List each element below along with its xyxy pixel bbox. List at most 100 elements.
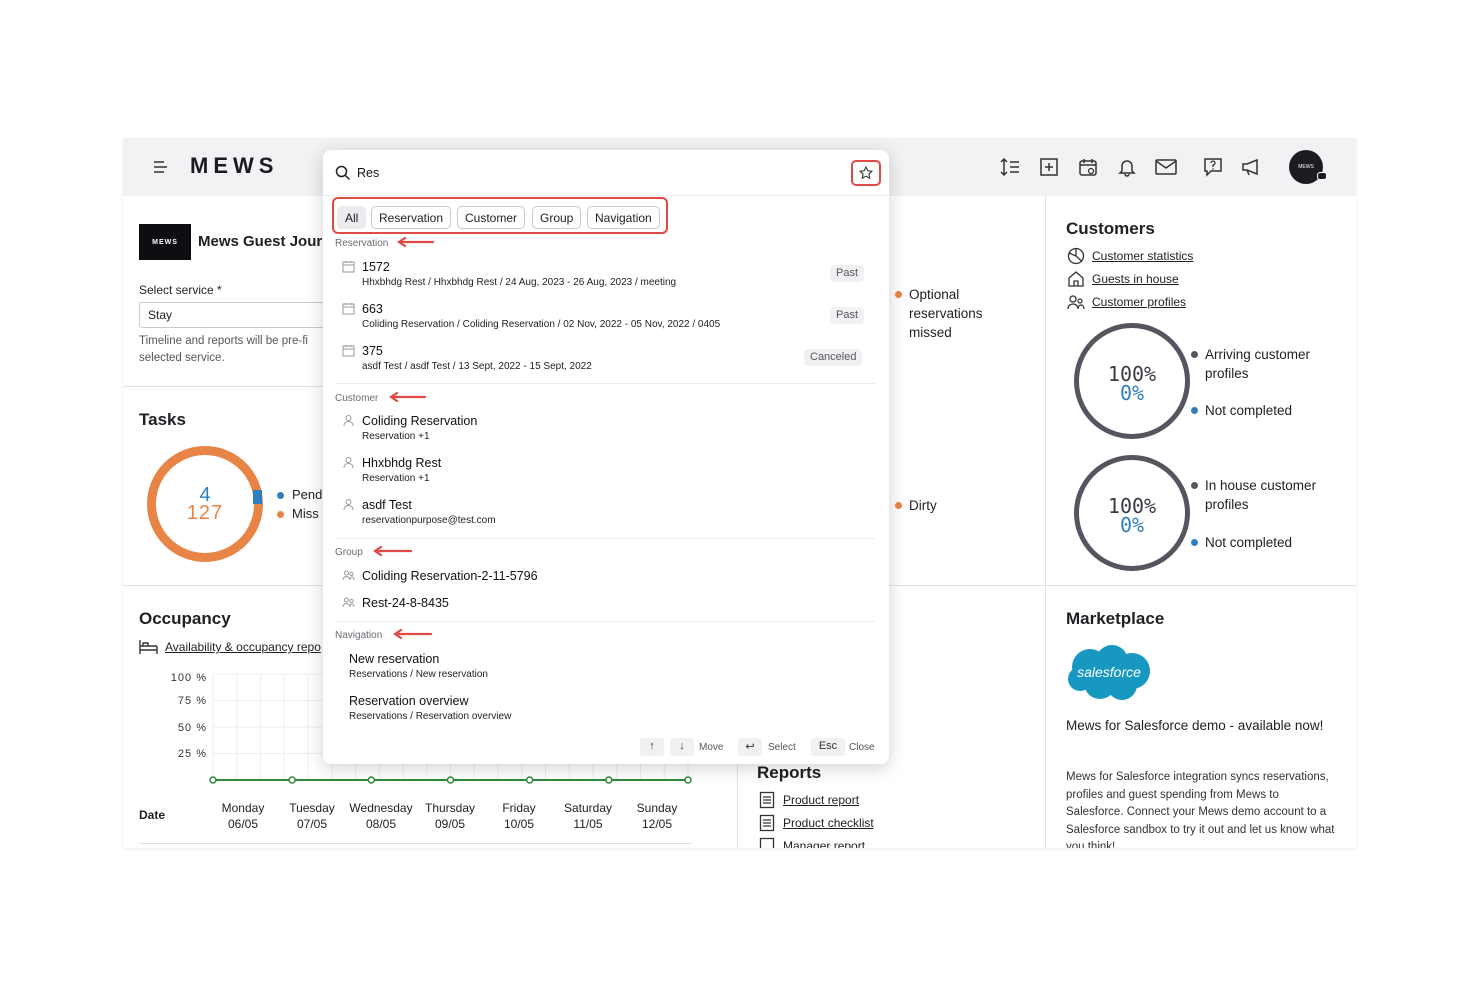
- nav-new-reservation[interactable]: New reservation: [349, 652, 439, 666]
- arriving-profiles-not-completed-percent: 0%: [1119, 381, 1145, 405]
- tasks-ring-blue-segment: [253, 490, 262, 504]
- close-hint[interactable]: Close: [849, 742, 875, 753]
- filter-customer[interactable]: Customer: [457, 206, 526, 229]
- customers-title: Customers: [1066, 219, 1155, 238]
- document-icon: [759, 837, 775, 848]
- nav-path: Reservations / New reservation: [349, 669, 488, 680]
- day-date: 11/05: [573, 817, 603, 831]
- legend-arriving-profiles: Arriving customer profiles: [1191, 345, 1335, 383]
- reports-title: Reports: [757, 763, 822, 782]
- reservation-details: Hhxbhdg Rest / Hhxbhdg Rest / 24 Aug, 20…: [362, 277, 677, 288]
- arrow-up-key-icon: ↑: [640, 738, 664, 756]
- legend-not-completed: Not completed: [1191, 401, 1335, 420]
- favorite-button[interactable]: [851, 160, 881, 186]
- filter-reservation[interactable]: Reservation: [371, 206, 452, 229]
- user-icon: [343, 499, 354, 511]
- day-date: 07/05: [296, 817, 328, 831]
- customer-profiles-link[interactable]: Customer profiles: [1092, 295, 1186, 309]
- marketplace-headline[interactable]: Mews for Salesforce demo - available now…: [1066, 716, 1326, 736]
- day-name: Friday: [502, 801, 536, 815]
- users-icon: [1067, 295, 1085, 310]
- occupancy-point: [209, 776, 217, 784]
- customer-details: Reservation +1: [362, 431, 430, 442]
- add-box-icon[interactable]: [1037, 155, 1061, 179]
- product-report-link[interactable]: Product report: [783, 793, 859, 807]
- salesforce-logo[interactable]: salesforce: [1066, 643, 1152, 703]
- customer-name[interactable]: Coliding Reservation: [362, 414, 477, 428]
- arrow-annotation: [393, 628, 433, 640]
- move-hint: Move: [699, 742, 724, 753]
- day-name: Wednesday: [349, 801, 413, 815]
- search-popup: All Reservation Customer Group Navigatio…: [323, 150, 889, 764]
- tasks-legend-pending: Pend: [277, 487, 322, 502]
- day-name: Saturday: [563, 801, 613, 815]
- status-badge: Past: [830, 265, 865, 282]
- menu-icon[interactable]: [153, 159, 169, 175]
- service-select[interactable]: Stay: [139, 302, 339, 328]
- legend-in-house-profiles: In house customer profiles: [1191, 476, 1335, 514]
- y-tick-label: 25 %: [177, 748, 207, 760]
- guest-journey-logo: MEWS: [139, 224, 191, 260]
- filter-navigation[interactable]: Navigation: [587, 206, 660, 229]
- reservation-details: asdf Test / asdf Test / 13 Sept, 2022 - …: [362, 361, 592, 372]
- star-icon: [859, 166, 873, 180]
- manager-report-link[interactable]: Manager report: [783, 839, 865, 848]
- group-label-reservation: Reservation: [335, 238, 389, 249]
- reservation-title[interactable]: 663: [362, 302, 383, 316]
- occupancy-point: [605, 776, 613, 784]
- customer-statistics-link[interactable]: Customer statistics: [1092, 249, 1193, 263]
- document-icon: [759, 791, 775, 809]
- day-name: Monday: [221, 801, 265, 815]
- day-label: Thursday 09/05: [415, 800, 485, 832]
- optional-reservations-missed: Optional reservations missed: [895, 285, 1019, 342]
- sort-icon[interactable]: [998, 155, 1022, 179]
- divider: [335, 621, 875, 622]
- reservation-title[interactable]: 375: [362, 344, 383, 358]
- day-name: Tuesday: [289, 801, 335, 815]
- mews-logo[interactable]: MEWS: [190, 153, 278, 179]
- occupancy-point: [288, 776, 296, 784]
- day-name: Thursday: [424, 801, 476, 815]
- help-icon[interactable]: [1201, 155, 1225, 179]
- occupancy-point: [446, 776, 455, 784]
- day-label: Sunday 12/05: [622, 800, 692, 832]
- svg-text:salesforce: salesforce: [1077, 664, 1141, 680]
- group-name[interactable]: Rest-24-8-8435: [362, 596, 449, 610]
- occupancy-title: Occupancy: [139, 609, 231, 628]
- search-filters: All Reservation Customer Group Navigatio…: [332, 197, 668, 234]
- service-label: Select service *: [139, 283, 222, 297]
- filter-group[interactable]: Group: [532, 206, 582, 229]
- divider: [139, 843, 692, 844]
- legend-not-completed: Not completed: [1191, 533, 1335, 552]
- megaphone-icon[interactable]: [1240, 155, 1264, 179]
- enter-key-icon: ↩: [738, 738, 762, 756]
- arrow-annotation: [397, 236, 435, 248]
- customer-name[interactable]: Hhxbhdg Rest: [362, 456, 441, 470]
- availability-occupancy-link[interactable]: Availability & occupancy repo: [165, 640, 321, 654]
- day-label: Wednesday 08/05: [346, 800, 416, 832]
- select-hint: Select: [768, 742, 796, 753]
- y-tick-label: 75 %: [177, 695, 207, 707]
- search-input[interactable]: [357, 164, 837, 182]
- customer-name[interactable]: asdf Test: [362, 498, 412, 512]
- mail-icon[interactable]: [1154, 155, 1178, 179]
- product-checklist-link[interactable]: Product checklist: [783, 816, 874, 830]
- nav-reservation-overview[interactable]: Reservation overview: [349, 694, 469, 708]
- guests-in-house-link[interactable]: Guests in house: [1092, 272, 1179, 286]
- in-house-not-completed-percent: 0%: [1119, 513, 1145, 537]
- filter-all[interactable]: All: [337, 206, 367, 229]
- group-name[interactable]: Coliding Reservation-2-11-5796: [362, 569, 538, 583]
- divider: [123, 386, 323, 387]
- day-date: 12/05: [641, 817, 673, 831]
- day-label: Saturday 11/05: [553, 800, 623, 832]
- group-label-group: Group: [335, 547, 363, 558]
- day-label: Tuesday 07/05: [277, 800, 347, 832]
- customer-details: reservationpurpose@test.com: [362, 515, 496, 526]
- reservation-title[interactable]: 1572: [362, 260, 390, 274]
- calendar-icon[interactable]: [1076, 155, 1100, 179]
- arrow-down-key-icon: ↓: [670, 738, 694, 756]
- dirty-label: Dirty: [895, 496, 937, 515]
- calendar-icon: [342, 303, 355, 315]
- bell-icon[interactable]: [1115, 155, 1139, 179]
- users-icon: [342, 570, 355, 581]
